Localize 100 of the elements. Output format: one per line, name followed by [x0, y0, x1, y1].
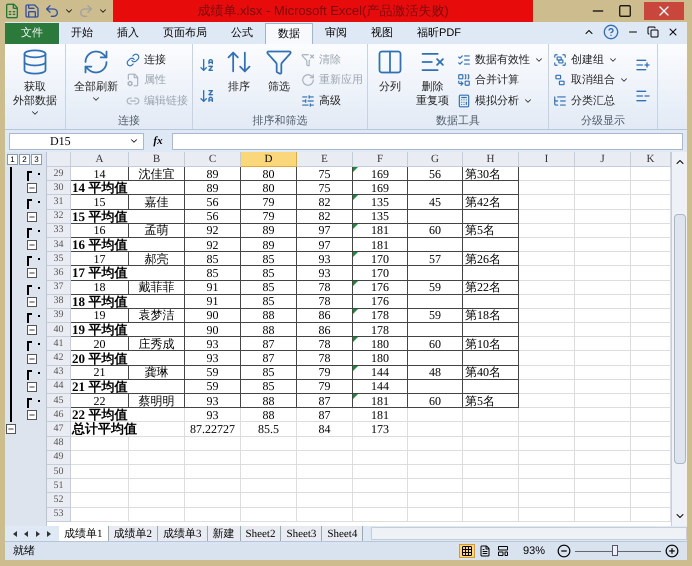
sheet-tab[interactable]: Sheet3 — [281, 526, 322, 541]
zoom-thumb[interactable] — [612, 545, 618, 556]
table-cell — [631, 464, 671, 480]
zoom-slider[interactable] — [575, 545, 661, 557]
ribbon-button[interactable]: 筛选 — [261, 48, 297, 113]
row-header[interactable]: 43 — [47, 366, 71, 380]
help-icon[interactable] — [603, 24, 619, 40]
ribbon-button[interactable]: 数据有效性 — [457, 51, 544, 70]
row-header[interactable]: 39 — [47, 308, 71, 324]
ribbon-tab[interactable]: 插入 — [105, 23, 151, 44]
row-header[interactable]: 53 — [47, 508, 71, 522]
save-icon[interactable] — [24, 3, 40, 19]
ribbon-button[interactable]: 全部刷新 — [70, 48, 122, 113]
outline-level-button[interactable]: 2 — [19, 154, 30, 165]
collapse-button[interactable] — [27, 183, 37, 194]
row-header[interactable]: 33 — [47, 224, 71, 238]
restore-icon[interactable] — [647, 26, 659, 38]
ribbon-button[interactable]: 高级 — [301, 92, 363, 110]
undo-icon[interactable] — [44, 3, 60, 19]
column-header[interactable]: J — [575, 152, 631, 167]
row-header[interactable]: 52 — [47, 493, 71, 508]
collapse-button[interactable] — [27, 268, 37, 278]
sheet-tab[interactable]: 新建 — [208, 526, 240, 541]
collapse-button[interactable] — [27, 354, 37, 364]
ribbon-button[interactable]: 取消组合 — [553, 71, 629, 90]
ribbon-button[interactable]: 获取 外部数据 — [9, 48, 61, 118]
row-header[interactable]: 29 — [47, 167, 71, 182]
column-header[interactable]: H — [463, 152, 519, 167]
formula-field[interactable] — [172, 132, 683, 150]
vertical-scrollbar[interactable] — [671, 152, 687, 526]
sheet-tab[interactable]: Sheet2 — [240, 526, 282, 541]
maximize-icon[interactable] — [618, 4, 632, 18]
ribbon-tab[interactable]: 福昕PDF — [405, 23, 473, 44]
sheet-tab[interactable]: 成绩单2 — [108, 526, 158, 541]
excel-logo-icon[interactable] — [4, 3, 20, 19]
column-header[interactable]: I — [519, 152, 575, 167]
sheet-tab[interactable]: 成绩单1 — [59, 526, 108, 541]
collapse-button[interactable] — [27, 212, 37, 222]
ribbon-tab[interactable]: 公式 — [219, 23, 265, 44]
ribbon-tab[interactable]: 开始 — [59, 23, 105, 44]
row-header[interactable]: 35 — [47, 252, 71, 266]
column-header[interactable]: G — [408, 152, 463, 167]
collapse-button[interactable] — [27, 296, 37, 307]
row-header[interactable]: 46 — [47, 408, 71, 422]
ribbon-button[interactable]: 连接 — [126, 51, 188, 70]
ribbon-tab[interactable]: 页面布局 — [151, 23, 219, 44]
ribbon-button[interactable]: 分列 — [372, 48, 408, 113]
ribbon-button[interactable]: 合并计算 — [457, 71, 544, 90]
ribbon-tab[interactable]: 视图 — [359, 23, 405, 44]
collapse-button[interactable] — [27, 410, 37, 420]
row-header[interactable]: 48 — [47, 436, 71, 451]
fx-label[interactable]: fx — [148, 132, 168, 150]
ribbon-button[interactable]: 排序 — [221, 48, 257, 113]
ribbon-button[interactable]: 模拟分析 — [457, 92, 544, 110]
outline-level-button[interactable]: 1 — [7, 154, 18, 165]
close-icon[interactable] — [667, 26, 679, 38]
zoom-level[interactable]: 93% — [522, 542, 545, 560]
zoom-out-icon[interactable] — [557, 544, 571, 558]
column-header[interactable]: D — [241, 152, 297, 167]
ribbon-tab[interactable]: 数据 — [265, 23, 313, 44]
name-box[interactable]: D15 — [9, 132, 144, 150]
collapse-button[interactable] — [6, 424, 16, 434]
row-header[interactable]: 41 — [47, 337, 71, 352]
scroll-thumb[interactable] — [674, 214, 686, 464]
outline-level-button[interactable]: 3 — [31, 154, 42, 165]
column-header[interactable]: F — [353, 152, 408, 167]
close-button[interactable] — [644, 2, 684, 20]
row-header[interactable]: 51 — [47, 479, 71, 494]
collapse-button[interactable] — [27, 382, 37, 392]
collapse-button[interactable] — [27, 325, 37, 336]
ribbon-button[interactable]: 分类汇总 — [553, 92, 629, 110]
column-header[interactable]: E — [297, 152, 353, 167]
sheet-tab[interactable]: Sheet4 — [322, 526, 364, 541]
row-header[interactable]: 44 — [47, 380, 71, 394]
row-header[interactable]: 32 — [47, 210, 71, 224]
row-header[interactable]: 47 — [47, 422, 71, 437]
row-header[interactable]: 31 — [47, 195, 71, 210]
row-header[interactable]: 40 — [47, 323, 71, 338]
file-tab[interactable]: 文件 — [5, 23, 59, 44]
row-header[interactable]: 30 — [47, 181, 71, 196]
row-header[interactable]: 42 — [47, 351, 71, 366]
row-header[interactable]: 50 — [47, 464, 71, 480]
zoom-in-icon[interactable] — [665, 544, 679, 558]
row-header[interactable]: 38 — [47, 294, 71, 309]
row-header[interactable]: 34 — [47, 238, 71, 252]
column-header[interactable]: A — [71, 152, 129, 167]
column-header[interactable]: C — [185, 152, 241, 167]
sheet-tab[interactable]: 成绩单3 — [158, 526, 208, 541]
ribbon-button[interactable]: 删除 重复项 — [412, 48, 453, 113]
column-header[interactable]: B — [129, 152, 185, 167]
normal-view-button[interactable] — [458, 544, 475, 558]
row-header[interactable]: 49 — [47, 450, 71, 465]
row-header[interactable]: 37 — [47, 280, 71, 295]
column-header[interactable]: K — [631, 152, 671, 167]
collapse-button[interactable] — [27, 240, 37, 250]
horizontal-scrollbar[interactable] — [371, 527, 687, 540]
row-header[interactable]: 36 — [47, 266, 71, 280]
ribbon-tab[interactable]: 审阅 — [313, 23, 359, 44]
ribbon-button[interactable]: 创建组 — [553, 51, 629, 70]
row-header[interactable]: 45 — [47, 394, 71, 408]
